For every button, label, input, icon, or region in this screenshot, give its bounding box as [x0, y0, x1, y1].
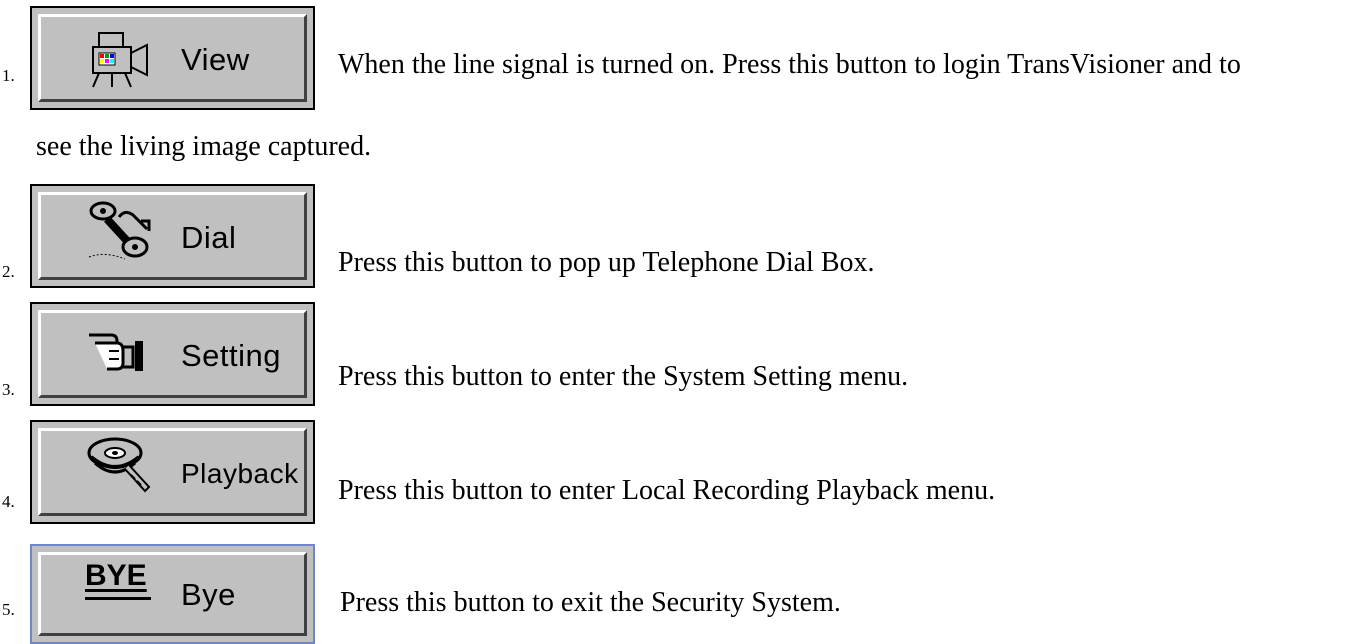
playback-button-label: Playback: [181, 458, 299, 489]
bye-button-label: Bye: [181, 577, 236, 612]
telephone-handset-icon: [88, 201, 151, 260]
dial-description: Press this button to pop up Telephone Di…: [338, 247, 875, 278]
bye-icon-text: BYE: [85, 559, 147, 592]
view-description: When the line signal is turned on. Press…: [338, 49, 1241, 80]
film-reel-icon: [87, 437, 151, 493]
item-number: 5.: [2, 600, 15, 619]
item-number: 3.: [2, 380, 15, 399]
playback-description: Press this button to enter Local Recordi…: [338, 475, 996, 506]
view-button-label: View: [181, 42, 250, 77]
setting-button-label: Setting: [181, 338, 282, 373]
video-camera-icon: [92, 32, 148, 88]
view-button[interactable]: View: [30, 6, 315, 110]
dial-button[interactable]: Dial: [30, 184, 315, 288]
bye-description: Press this button to exit the Security S…: [340, 587, 841, 618]
bye-button[interactable]: BYE Bye: [30, 544, 315, 644]
view-description-continued: see the living image captured.: [36, 131, 372, 162]
item-number: 2.: [2, 262, 15, 281]
setting-description: Press this button to enter the System Se…: [338, 361, 909, 392]
setting-button-face: Setting: [38, 310, 307, 398]
setting-button[interactable]: Setting: [30, 302, 315, 406]
playback-button-face: Playback: [38, 428, 307, 516]
playback-button[interactable]: Playback: [30, 420, 315, 524]
item-number: 1.: [2, 66, 15, 85]
dial-button-face: Dial: [38, 192, 307, 280]
bye-button-face: BYE Bye: [38, 552, 307, 636]
dial-button-label: Dial: [181, 220, 237, 255]
view-button-face: View: [38, 14, 307, 102]
bye-icon: BYE: [85, 561, 165, 621]
item-number: 4.: [2, 492, 15, 511]
pointing-hand-icon: [89, 333, 143, 371]
bye-icon-underline: [85, 597, 151, 600]
